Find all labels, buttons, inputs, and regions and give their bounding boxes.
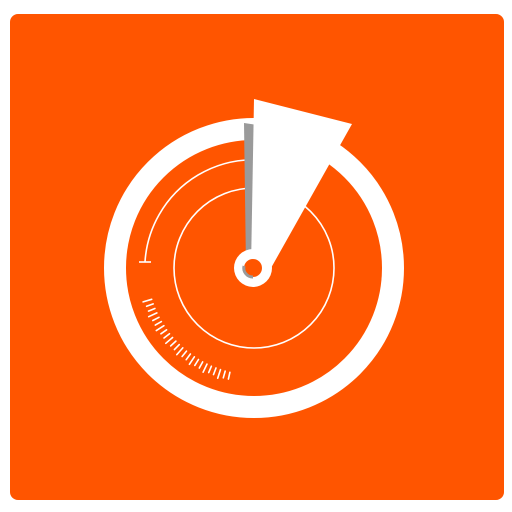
radar-dial-icon: [10, 14, 504, 500]
app-icon: [0, 0, 512, 512]
